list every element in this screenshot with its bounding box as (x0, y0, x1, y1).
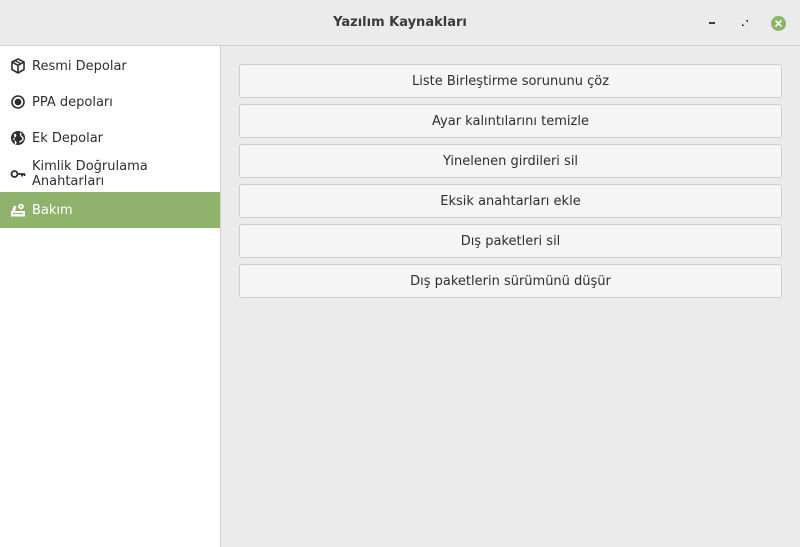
ppa-icon (10, 94, 26, 110)
sidebar-item-label: PPA depoları (32, 94, 113, 110)
sidebar-item-authentication-keys[interactable]: Kimlik Doğrulama Anahtarları (0, 156, 220, 192)
close-icon (770, 15, 786, 31)
remove-foreign-packages-button[interactable]: Dış paketleri sil (239, 224, 782, 258)
package-icon (10, 58, 26, 74)
sidebar-item-label: Ek Depolar (32, 130, 104, 146)
key-icon (10, 166, 26, 182)
content-area: Resmi Depolar PPA depoları Ek Depolar Ki… (0, 46, 800, 547)
maintenance-icon (10, 202, 26, 218)
minimize-button[interactable] (702, 13, 722, 33)
sidebar-item-maintenance[interactable]: Bakım (0, 192, 220, 228)
add-missing-keys-button[interactable]: Eksik anahtarları ekle (239, 184, 782, 218)
software-sources-window: Yazılım Kaynakları Resmi Depolar PPA dep… (0, 0, 800, 547)
purge-residual-config-button[interactable]: Ayar kalıntılarını temizle (239, 104, 782, 138)
sidebar-item-additional-repositories[interactable]: Ek Depolar (0, 120, 220, 156)
maximize-button[interactable] (735, 13, 755, 33)
sidebar-item-label: Bakım (32, 202, 73, 218)
remove-duplicate-entries-button[interactable]: Yinelenen girdileri sil (239, 144, 782, 178)
sidebar-item-label: Kimlik Doğrulama Anahtarları (32, 159, 148, 189)
close-button[interactable] (768, 13, 788, 33)
maximize-icon (742, 20, 748, 26)
maintenance-panel: Liste Birleştirme sorununu çöz Ayar kalı… (221, 46, 800, 547)
downgrade-foreign-packages-button[interactable]: Dış paketlerin sürümünü düşür (239, 264, 782, 298)
title-bar[interactable]: Yazılım Kaynakları (0, 0, 800, 46)
fix-mergelist-button[interactable]: Liste Birleştirme sorununu çöz (239, 64, 782, 98)
globe-icon (10, 130, 26, 146)
sidebar-item-label: Resmi Depolar (32, 58, 127, 74)
sidebar-item-official-repositories[interactable]: Resmi Depolar (0, 48, 220, 84)
sidebar: Resmi Depolar PPA depoları Ek Depolar Ki… (0, 46, 221, 547)
minimize-icon (709, 22, 715, 24)
sidebar-item-ppa[interactable]: PPA depoları (0, 84, 220, 120)
window-title: Yazılım Kaynakları (333, 15, 467, 30)
window-controls (689, 13, 788, 33)
